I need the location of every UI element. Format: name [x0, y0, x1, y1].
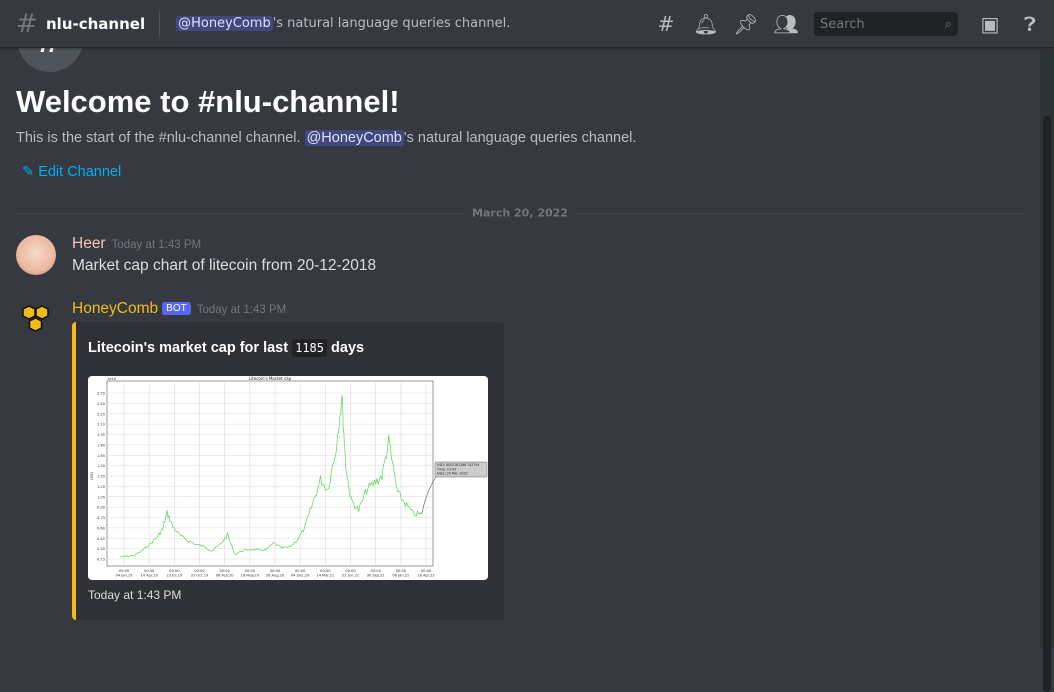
x-tick-time: 00:00: [371, 569, 382, 573]
edit-channel-label: Edit Channel: [38, 164, 122, 180]
y-tick-label: 0.45: [97, 537, 105, 541]
market-cap-chart: 0.15 0.30 0.45 0.60 0.75 0.90 1.05 1.20 1.35 1.50…: [90, 376, 488, 578]
y-tick-label: 0.90: [97, 506, 106, 510]
y-tick-label: 0.60: [97, 526, 106, 530]
x-tick-label: 18 Apr.22: [417, 574, 434, 578]
scrollbar-track[interactable]: [1040, 50, 1054, 692]
x-tick-label: 08 Jan.22: [392, 574, 409, 578]
y-tick-label: 1.50: [97, 464, 106, 468]
message-content: Market cap chart of litecoin from 20-12-…: [72, 257, 377, 274]
x-tick-time: 00:00: [396, 569, 407, 573]
chart-title: Litecoin's Market cap: [249, 376, 292, 381]
x-tick-label: 08 Feb.20: [216, 574, 235, 578]
x-tick-time: 00:00: [245, 569, 256, 573]
x-tick-time: 00:00: [295, 569, 306, 573]
date-divider-label: March 20, 2022: [466, 206, 574, 220]
x-tick-label: 04 Jan.19: [116, 574, 134, 578]
x-tick-label: 31 Oct.19: [191, 574, 209, 578]
pencil-icon: ✎: [22, 164, 35, 180]
topic-text: 's natural language queries channel.: [272, 16, 511, 31]
y-tick-label: 2.40: [97, 402, 106, 406]
author-name[interactable]: Heer: [72, 235, 106, 252]
welcome-intro: This is the start of the #nlu-channel ch…: [16, 130, 636, 146]
y-tick-label: 2.10: [97, 423, 106, 427]
x-tick-time: 00:00: [270, 569, 281, 573]
x-tick-time: 00:00: [320, 569, 331, 573]
header-divider: [159, 11, 161, 36]
bot-badge: BOT: [162, 302, 191, 315]
channel-header: # nlu-channel @HoneyComb's natural langu…: [0, 0, 1054, 48]
x-tick-time: 00:00: [169, 569, 180, 573]
search-input[interactable]: Search ⌕: [814, 12, 958, 36]
channel-name: nlu-channel: [46, 14, 146, 33]
x-tick-time: 00:00: [345, 569, 356, 573]
chart-image[interactable]: 0.15 0.30 0.45 0.60 0.75 0.90 1.05 1.20 1.35 1.50…: [88, 376, 488, 580]
x-tick-time: 00:00: [220, 569, 231, 573]
mention[interactable]: @HoneyComb: [304, 130, 404, 146]
x-tick-time: 00:00: [194, 569, 205, 573]
y-tick-label: 2.55: [97, 392, 105, 396]
honeycomb-avatar[interactable]: [16, 300, 56, 340]
message-header: HoneyComb BOT Today at 1:43 PM: [72, 300, 286, 318]
author-name[interactable]: HoneyComb: [72, 300, 158, 317]
embed-footer: Today at 1:43 PM: [88, 588, 182, 602]
embed-title-suffix: days: [331, 340, 365, 356]
embed: Litecoin's market cap for last 1185 days…: [72, 322, 504, 620]
mention[interactable]: @HoneyComb: [176, 16, 273, 31]
members-icon[interactable]: 👥︎: [766, 12, 806, 36]
y-scale-label: 1e10: [107, 377, 117, 381]
avatar[interactable]: [16, 235, 56, 275]
intro-suffix: 's natural language queries channel.: [403, 130, 637, 146]
welcome-title: Welcome to #nlu-channel!: [16, 84, 400, 119]
embed-title: Litecoin's market cap for last 1185 days: [88, 339, 365, 357]
edit-channel-link[interactable]: ✎ Edit Channel: [22, 164, 121, 180]
x-tick-time: 00:00: [119, 569, 130, 573]
search-placeholder: Search: [820, 16, 865, 32]
y-tick-label: 2.25: [97, 412, 105, 416]
threads-icon[interactable]: #: [646, 12, 686, 36]
search-icon: ⌕: [944, 16, 952, 32]
bell-icon[interactable]: 🔔︎: [686, 12, 726, 36]
y-tick-label: 1.80: [97, 443, 106, 447]
inbox-icon[interactable]: ▣: [970, 12, 1010, 36]
y-tick-label: 1.05: [97, 495, 105, 499]
y-tick-label: 0.75: [97, 516, 105, 520]
message-header: Heer Today at 1:43 PM: [72, 235, 201, 253]
help-icon[interactable]: ❓︎: [1010, 12, 1050, 36]
hashtag-icon: #: [16, 8, 38, 39]
x-tick-label: 30 Sep.21: [367, 574, 385, 578]
scrollbar-thumb[interactable]: [1043, 116, 1051, 692]
channel-topic: @HoneyComb's natural language queries ch…: [176, 16, 510, 31]
x-tick-time: 00:00: [144, 569, 155, 573]
x-tick-time: 00:00: [421, 569, 432, 573]
date-divider: March 20, 2022: [16, 206, 1024, 220]
y-axis-label: USD: [90, 472, 94, 480]
y-tick-label: 1.95: [97, 433, 105, 437]
x-tick-label: 18 May.20: [241, 574, 260, 578]
x-tick-label: 23 Jul.19: [166, 574, 182, 578]
y-tick-label: 0.15: [97, 558, 105, 562]
x-tick-label: 04 Dec.20: [291, 574, 310, 578]
embed-title-text: Litecoin's market cap for last: [88, 340, 289, 356]
y-tick-label: 1.20: [97, 485, 106, 489]
pin-icon[interactable]: 📌︎: [726, 12, 766, 36]
intro-text: This is the start of the #nlu-channel ch…: [16, 130, 301, 146]
x-tick-label: 26 Aug.20: [266, 574, 285, 578]
x-tick-label: 22 Jun.21: [342, 574, 359, 578]
days-code: 1185: [292, 339, 328, 357]
tooltip-date: Date: 20 Mar. 2022: [437, 472, 468, 476]
y-tick-label: 0.30: [97, 547, 106, 551]
y-tick-label: 1.65: [97, 454, 105, 458]
timestamp: Today at 1:43 PM: [111, 239, 202, 251]
timestamp: Today at 1:43 PM: [196, 304, 287, 316]
x-tick-label: 14 Apr.19: [141, 574, 159, 578]
y-tick-label: 1.35: [97, 475, 105, 479]
x-tick-label: 14 Mar.21: [316, 574, 334, 578]
